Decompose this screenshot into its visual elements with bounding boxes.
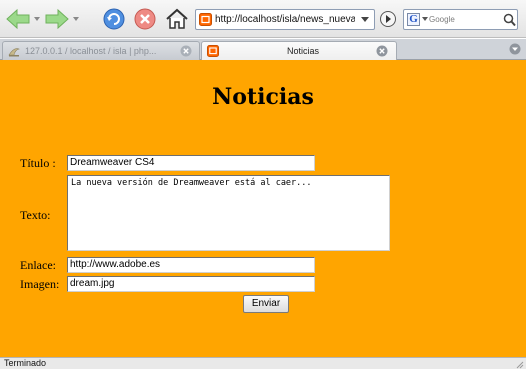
imagen-label: Imagen: <box>20 277 60 291</box>
enlace-label: Enlace: <box>20 258 56 272</box>
tab-label: Noticias <box>286 46 319 56</box>
close-icon[interactable] <box>180 45 192 57</box>
tab-strip: 127.0.0.1 / localhost / isla | php... No… <box>0 39 526 61</box>
status-bar: Terminado <box>0 357 526 369</box>
page-favicon-icon <box>207 45 219 57</box>
tab-phpmyadmin[interactable]: 127.0.0.1 / localhost / isla | php... <box>2 41 200 60</box>
status-text: Terminado <box>4 358 47 368</box>
phpmyadmin-icon <box>8 48 20 57</box>
go-button[interactable] <box>379 10 397 28</box>
enviar-button[interactable]: Enviar <box>243 295 289 313</box>
chevron-down-icon[interactable] <box>422 17 428 22</box>
reload-icon <box>103 8 125 30</box>
forward-arrow-icon <box>45 8 69 30</box>
enlace-input[interactable]: http://www.adobe.es <box>67 257 315 273</box>
back-button[interactable] <box>4 8 32 30</box>
titulo-input[interactable]: Dreamweaver CS4 <box>67 155 315 171</box>
imagen-input[interactable]: dream.jpg <box>67 276 315 292</box>
resize-grip-icon[interactable] <box>514 359 524 369</box>
back-history-dropdown[interactable] <box>33 14 41 24</box>
page-title: Noticias <box>212 84 314 110</box>
stop-button[interactable] <box>133 7 157 31</box>
reload-button[interactable] <box>102 7 126 31</box>
home-icon <box>166 8 188 29</box>
address-bar[interactable]: http://localhost/isla/news_nueva.php <box>195 9 375 30</box>
search-input[interactable]: Google <box>429 13 499 27</box>
page-favicon-icon <box>199 13 212 26</box>
chevron-down-icon <box>34 17 40 21</box>
search-engine-icon[interactable]: G <box>407 13 420 26</box>
texto-textarea[interactable]: La nueva versión de Dreamweaver está al … <box>67 175 390 251</box>
close-icon[interactable] <box>376 45 388 57</box>
texto-label: Texto: <box>20 208 51 222</box>
home-button[interactable] <box>164 6 190 32</box>
forward-history-dropdown[interactable] <box>72 14 80 24</box>
chevron-down-icon <box>73 17 79 21</box>
back-arrow-icon <box>6 8 30 30</box>
stop-icon <box>134 8 156 30</box>
tab-label: 127.0.0.1 / localhost / isla | php... <box>25 46 157 56</box>
url-input[interactable]: http://localhost/isla/news_nueva.php <box>215 13 355 27</box>
forward-button[interactable] <box>43 8 71 30</box>
page-content: Noticias Título : Dreamweaver CS4 Texto:… <box>0 60 526 357</box>
tab-noticias[interactable]: Noticias <box>201 41 397 61</box>
chevron-down-icon[interactable] <box>360 16 370 24</box>
play-icon <box>380 11 396 27</box>
titulo-label: Título : <box>20 156 56 170</box>
navigation-toolbar: http://localhost/isla/news_nueva.php G G… <box>0 0 526 38</box>
tab-list-icon[interactable] <box>509 43 521 55</box>
search-bar[interactable]: G Google <box>403 9 518 30</box>
search-icon[interactable] <box>503 13 516 27</box>
